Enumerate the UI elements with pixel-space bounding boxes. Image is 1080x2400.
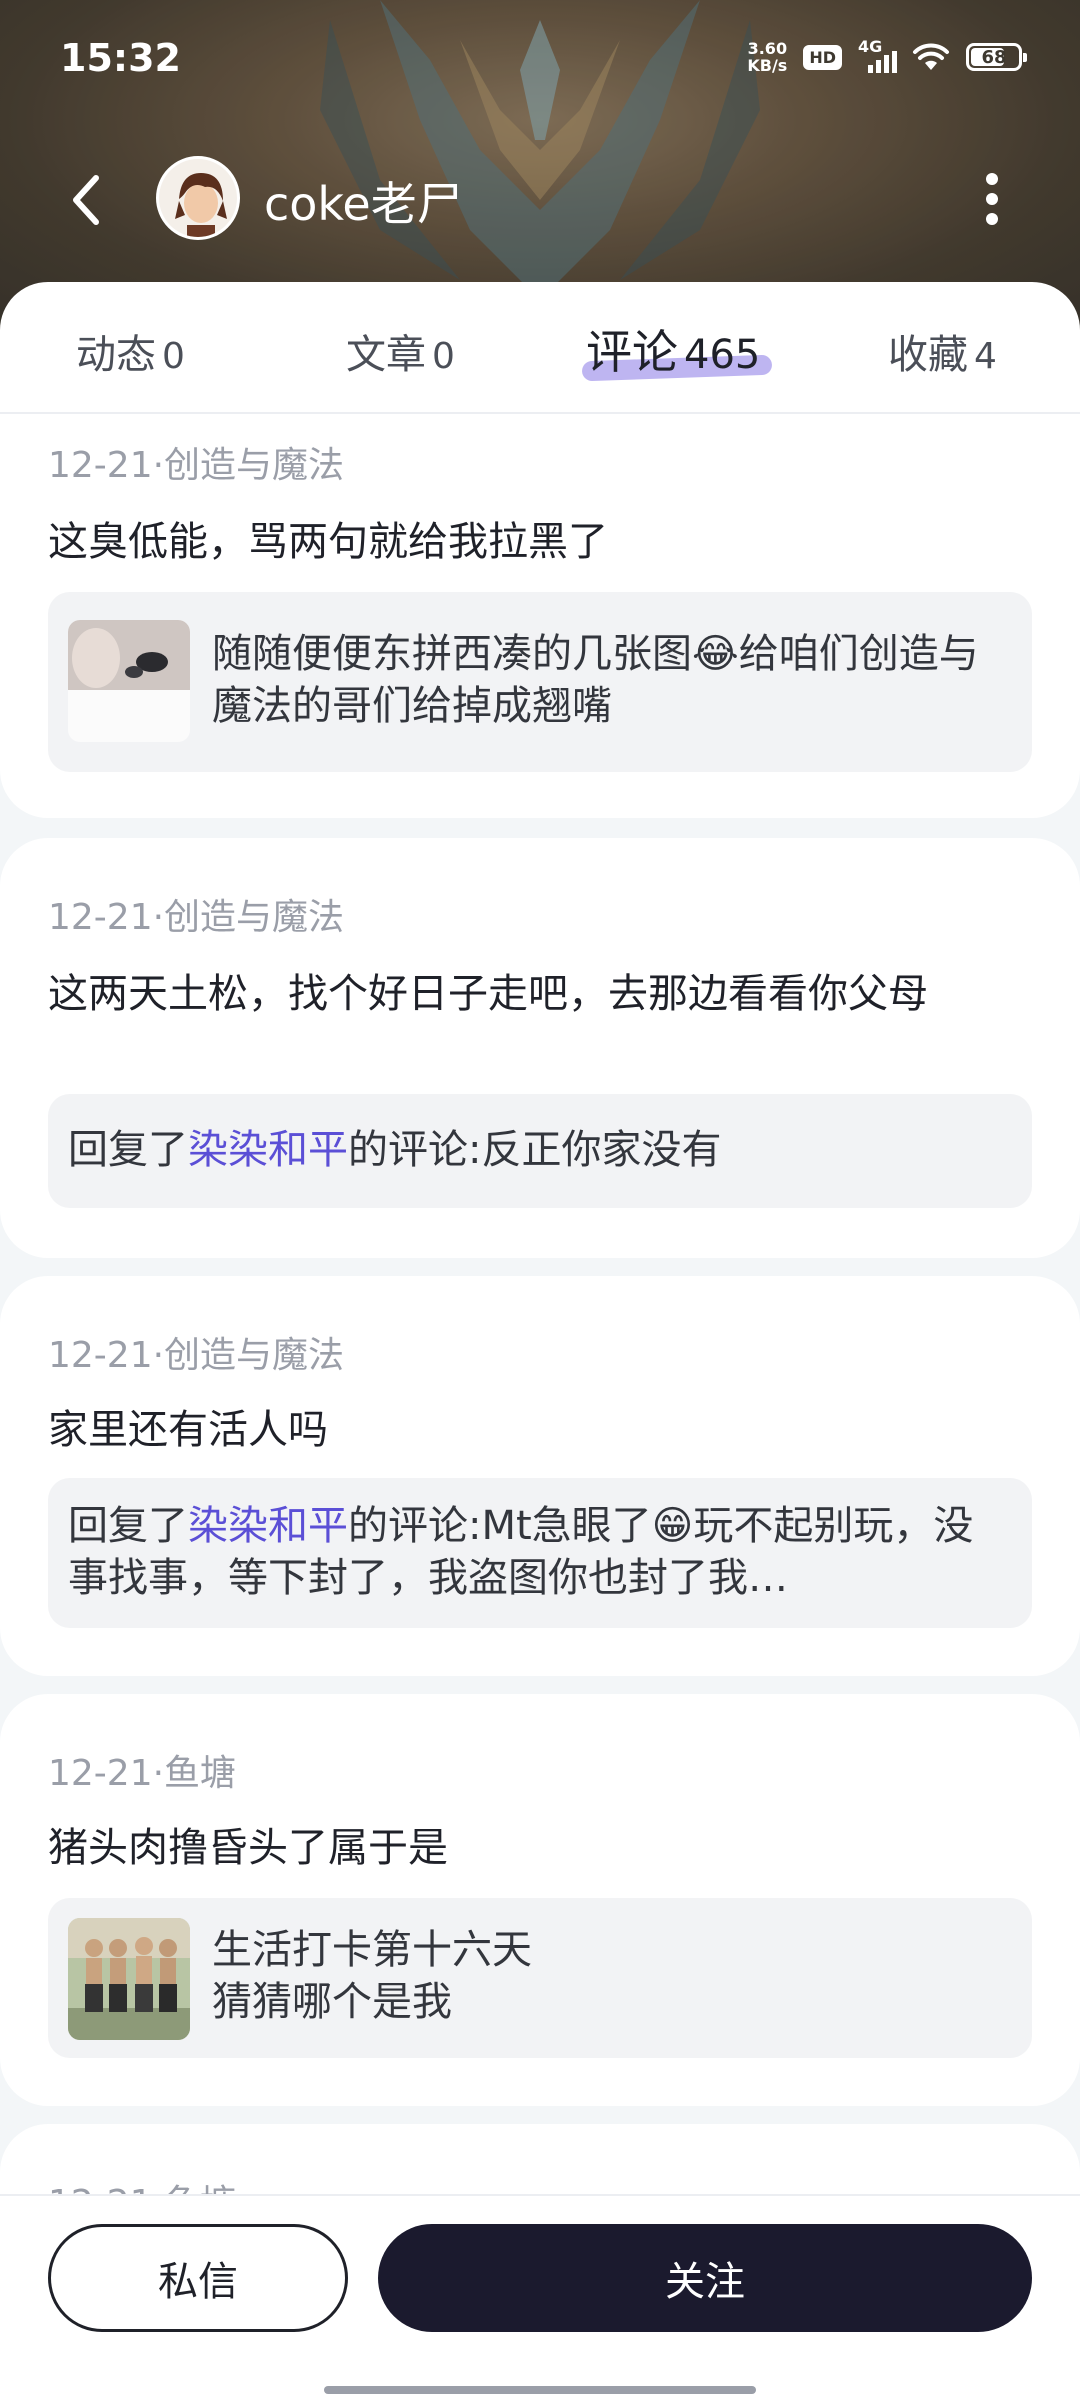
avatar[interactable] — [156, 156, 240, 240]
reply-prefix: 回复了 — [68, 1503, 188, 1549]
replied-user-link[interactable]: 染染和平 — [188, 1127, 348, 1173]
network-speed-value: 3.60 — [747, 39, 788, 58]
comment-card[interactable]: 12-21·创造与魔法 家里还有活人吗 回复了染染和平的评论:Mt急眼了😁玩不起… — [0, 1276, 1080, 1676]
wifi-icon — [913, 43, 949, 70]
comment-meta: 12-21·鱼塘 — [48, 1753, 237, 1794]
back-arrow-icon — [73, 175, 99, 225]
comment-card[interactable]: 12-21·鱼塘 猪头肉撸昏头了属于是 生活打卡第十六天 猜猜哪个是我 — [0, 1694, 1080, 2106]
quoted-post-thumbnail — [68, 1918, 190, 2040]
quoted-comment-text: 回复了染染和平的评论:Mt急眼了😁玩不起别玩，没事找事，等下封了，我盗图你也封了… — [68, 1500, 1010, 1604]
status-bar: 15:32 3.60 KB/s HD 4G 68 — [0, 0, 1080, 120]
quoted-post[interactable]: 生活打卡第十六天 猜猜哪个是我 — [48, 1898, 1032, 2058]
network-speed-unit: KB/s — [747, 56, 788, 75]
tab-posts[interactable]: 动态 0 — [76, 322, 185, 380]
hd-badge: HD — [803, 44, 842, 70]
status-icons: 3.60 KB/s HD 4G 68 — [747, 37, 1027, 74]
home-indicator[interactable] — [324, 2386, 756, 2394]
tab-count: 4 — [974, 336, 997, 377]
comment-text: 这臭低能，骂两句就给我拉黑了 — [48, 519, 608, 565]
tab-label: 评论 — [586, 325, 678, 379]
comment-card[interactable]: 12-21·鱼塘 — [0, 2124, 1080, 2194]
comments-feed[interactable]: 12-21·创造与魔法 这臭低能，骂两句就给我拉黑了 随随便便东拼西凑的几张图😂… — [0, 414, 1080, 2194]
comment-text: 猪头肉撸昏头了属于是 — [48, 1825, 448, 1871]
replied-user-link[interactable]: 染染和平 — [188, 1503, 348, 1549]
tab-count: 465 — [684, 332, 761, 378]
cellular-signal-icon: 4G — [858, 37, 897, 73]
battery-percentage: 68 — [981, 46, 1007, 68]
bottom-action-bar: 私信 关注 — [0, 2194, 1080, 2400]
comment-meta: 12-21·鱼塘 — [48, 2174, 236, 2194]
tab-count: 0 — [432, 336, 455, 377]
quoted-comment[interactable]: 回复了染染和平的评论:反正你家没有 — [48, 1094, 1032, 1208]
quoted-post-thumbnail — [68, 620, 190, 742]
comment-meta: 12-21·创造与魔法 — [48, 897, 345, 938]
battery-icon: 68 — [966, 43, 1027, 71]
tab-articles[interactable]: 文章 0 — [346, 322, 455, 380]
network-speed: 3.60 KB/s — [747, 40, 787, 74]
comment-card[interactable]: 12-21·创造与魔法 这两天土松，找个好日子走吧，去那边看看你父母 回复了染染… — [0, 838, 1080, 1258]
quoted-post-text: 随随便便东拼西凑的几张图😂给咱们创造与魔法的哥们给掉成翘嘴 — [212, 631, 979, 729]
back-button[interactable] — [60, 170, 120, 230]
comment-text: 这两天土松，找个好日子走吧，去那边看看你父母 — [48, 971, 928, 1017]
comment-meta: 12-21·创造与魔法 — [48, 1335, 345, 1376]
quoted-post[interactable]: 随随便便东拼西凑的几张图😂给咱们创造与魔法的哥们给掉成翘嘴 — [48, 592, 1032, 772]
more-options-button[interactable] — [952, 164, 1032, 234]
follow-button[interactable]: 关注 — [378, 2224, 1032, 2332]
tab-favorites[interactable]: 收藏 4 — [888, 322, 997, 380]
tab-label: 文章 — [346, 332, 426, 378]
tab-comments[interactable]: 评论 465 — [586, 316, 760, 382]
message-button[interactable]: 私信 — [48, 2224, 348, 2332]
tab-label: 动态 — [76, 332, 156, 378]
comment-meta: 12-21·创造与魔法 — [48, 445, 345, 486]
status-time: 15:32 — [60, 36, 181, 80]
profile-tabs: 动态 0 文章 0 评论 465 收藏 4 — [0, 282, 1080, 414]
tab-label: 收藏 — [888, 332, 968, 378]
comment-card[interactable]: 12-21·创造与魔法 这臭低能，骂两句就给我拉黑了 随随便便东拼西凑的几张图😂… — [0, 414, 1080, 818]
more-vertical-icon — [986, 173, 998, 185]
avatar-image — [159, 159, 237, 237]
profile-nav: coke老尸 — [0, 150, 1080, 250]
quoted-comment[interactable]: 回复了染染和平的评论:Mt急眼了😁玩不起别玩，没事找事，等下封了，我盗图你也封了… — [48, 1478, 1032, 1628]
reply-prefix: 回复了 — [68, 1127, 188, 1173]
quoted-post-text: 生活打卡第十六天 猜猜哪个是我 — [212, 1927, 532, 2025]
reply-content: 的评论:反正你家没有 — [348, 1127, 722, 1173]
tab-count: 0 — [162, 336, 185, 377]
profile-username: coke老尸 — [264, 177, 463, 231]
quoted-comment-text: 回复了染染和平的评论:反正你家没有 — [68, 1124, 1002, 1176]
comment-text: 家里还有活人吗 — [48, 1407, 328, 1453]
